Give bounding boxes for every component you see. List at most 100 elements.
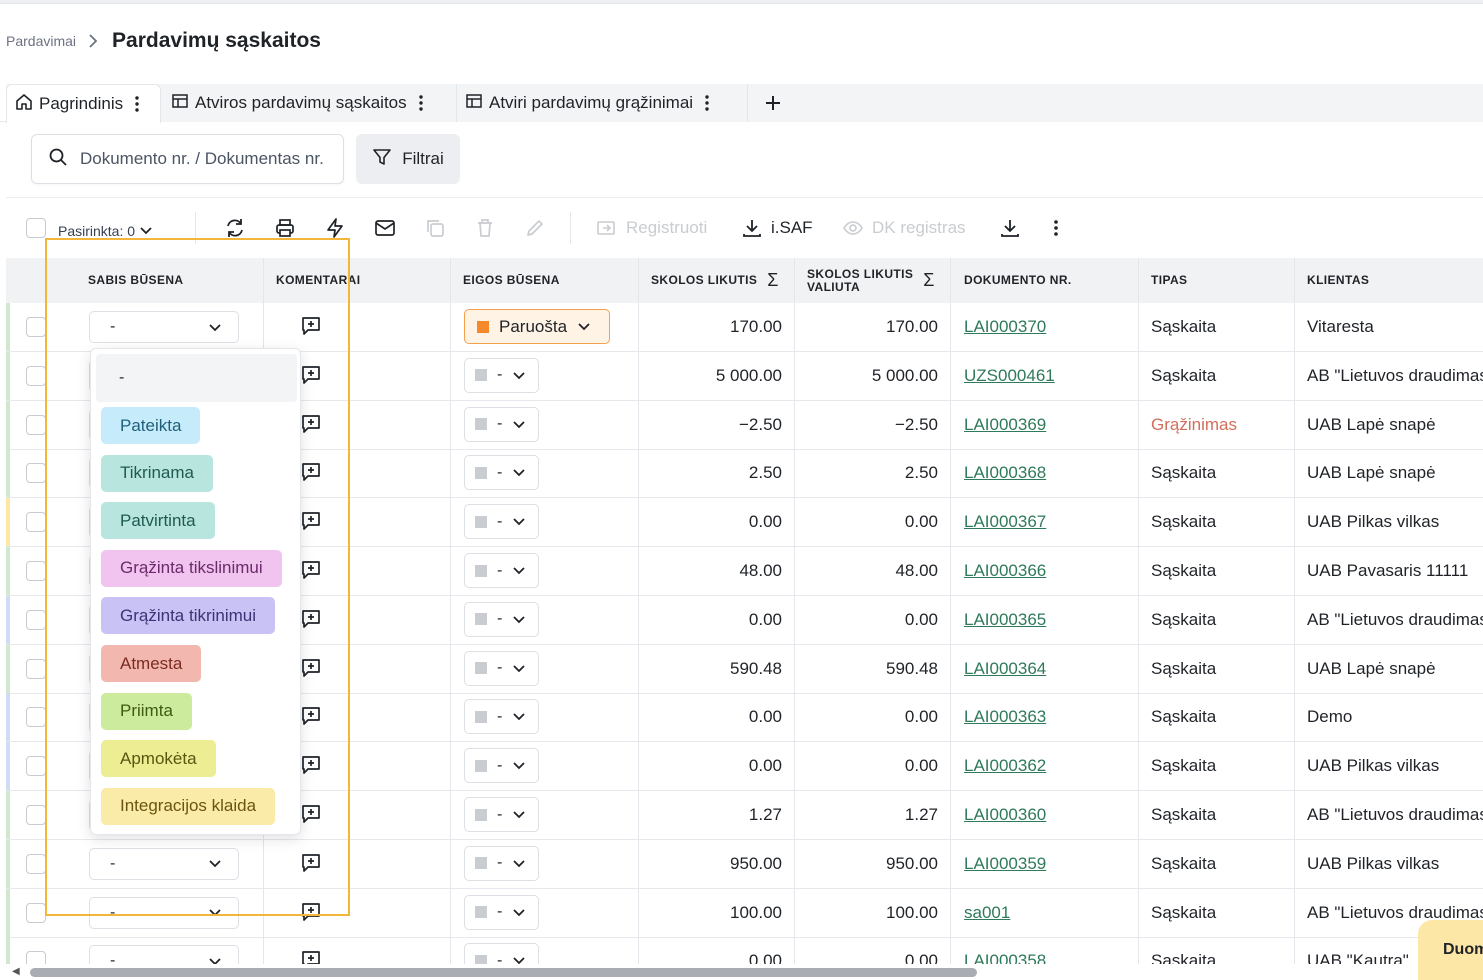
add-comment-icon[interactable] (300, 901, 322, 928)
column-header-client[interactable]: KLIENTAS (1307, 258, 1369, 303)
row-checkbox[interactable] (26, 805, 46, 825)
eigos-status-select[interactable]: - (464, 553, 540, 588)
refresh-button[interactable] (224, 208, 246, 248)
add-comment-icon[interactable] (300, 559, 322, 586)
document-number-link[interactable]: LAI000359 (964, 840, 1134, 888)
selected-count-dropdown[interactable]: Pasirinkta: 0 (58, 223, 153, 239)
document-number-link[interactable]: LAI000363 (964, 693, 1134, 741)
tab-atviros-saskaitos[interactable]: Atviros pardavimų sąskaitos (163, 84, 457, 122)
dropdown-option[interactable]: Tikrinama (101, 454, 213, 492)
add-comment-icon[interactable] (300, 413, 322, 440)
add-comment-icon[interactable] (300, 754, 322, 781)
scrollbar-thumb[interactable] (30, 968, 977, 977)
sabis-status-select[interactable]: - (89, 896, 239, 929)
add-comment-icon[interactable] (300, 657, 322, 684)
add-comment-icon[interactable] (300, 510, 322, 537)
dropdown-option-empty[interactable]: - (96, 354, 297, 402)
eigos-status-select[interactable]: - (464, 601, 540, 637)
document-number-link[interactable]: LAI000368 (964, 449, 1134, 497)
document-number-link[interactable]: LAI000365 (964, 596, 1134, 644)
eigos-status-select[interactable]: - (464, 748, 540, 784)
add-comment-icon[interactable] (300, 705, 322, 732)
document-number-link[interactable]: sa001 (964, 889, 1134, 937)
eigos-status-select[interactable]: - (464, 406, 540, 442)
eigos-status-select[interactable]: - (464, 455, 540, 491)
sigma-icon[interactable]: Σ (767, 271, 779, 289)
help-button[interactable]: Duomenys (1418, 920, 1483, 980)
eigos-status-select[interactable]: - (464, 894, 540, 930)
register-button[interactable]: Registruoti (596, 208, 707, 248)
column-header-doc[interactable]: DOKUMENTO NR. (964, 258, 1072, 303)
eigos-status-select[interactable]: - (464, 797, 540, 832)
row-checkbox[interactable] (26, 463, 46, 484)
table-row[interactable]: - Paruošta 170.00 170.00 LAI000370 Sąska… (6, 303, 1483, 352)
select-all-checkbox[interactable] (26, 218, 46, 238)
document-number-link[interactable]: LAI000367 (964, 498, 1134, 546)
dropdown-option[interactable]: Atmesta (101, 645, 202, 682)
copy-button[interactable] (424, 208, 446, 248)
sabis-status-select[interactable]: - (89, 847, 239, 880)
tab-atviri-grazinimai[interactable]: Atviri pardavimų grąžinimai (457, 84, 748, 122)
dropdown-option[interactable]: Integracijos klaida (101, 787, 276, 825)
eigos-status-select[interactable]: Paruošta (464, 309, 610, 344)
search-box[interactable] (31, 134, 344, 184)
select-all[interactable]: Pasirinkta: 0 (26, 208, 153, 248)
add-comment-icon[interactable] (300, 608, 322, 635)
tab-pagrindinis[interactable]: Pagrindinis (6, 84, 161, 123)
row-checkbox[interactable] (26, 414, 46, 435)
row-checkbox[interactable] (26, 512, 46, 533)
table-row[interactable]: - - 100.00 100.00 sa001 Sąskaita AB "Lie… (6, 888, 1483, 938)
export-button[interactable] (999, 208, 1021, 248)
column-header-debt[interactable]: SKOLOS LIKUTIS Σ (651, 258, 779, 303)
eigos-status-select[interactable]: - (464, 504, 540, 540)
add-tab-button[interactable] (750, 84, 796, 122)
add-comment-icon[interactable] (300, 852, 322, 879)
column-header-debt-currency[interactable]: SKOLOS LIKUTIS VALIUTA Σ (807, 258, 935, 303)
edit-button[interactable] (524, 208, 546, 248)
sigma-icon[interactable]: Σ (923, 271, 935, 289)
document-number-link[interactable]: UZS000461 (964, 352, 1134, 400)
column-header-comments[interactable]: KOMENTARAI (276, 258, 360, 303)
dropdown-option[interactable]: Pateikta (101, 407, 201, 444)
document-number-link[interactable]: LAI000364 (964, 645, 1134, 693)
dropdown-option[interactable]: Priimta (101, 692, 192, 730)
kebab-icon[interactable] (135, 96, 139, 112)
document-number-link[interactable]: LAI000369 (964, 401, 1134, 449)
row-checkbox[interactable] (26, 561, 46, 581)
search-input[interactable] (80, 149, 329, 169)
print-button[interactable] (274, 208, 296, 248)
row-checkbox[interactable] (26, 902, 46, 923)
row-checkbox[interactable] (26, 609, 46, 630)
add-comment-icon[interactable] (300, 461, 322, 488)
add-comment-icon[interactable] (300, 315, 322, 342)
dk-register-button[interactable]: DK registras (842, 208, 966, 248)
row-checkbox[interactable] (26, 658, 46, 679)
email-button[interactable] (374, 208, 396, 248)
kebab-icon[interactable] (705, 95, 709, 111)
kebab-icon[interactable] (418, 95, 423, 111)
row-checkbox[interactable] (26, 756, 46, 777)
eigos-status-select[interactable]: - (464, 650, 540, 686)
dropdown-option[interactable]: Grąžinta tikslinimui (101, 549, 282, 587)
table-row[interactable]: - - 950.00 950.00 LAI000359 Sąskaita UAB… (6, 839, 1483, 889)
quick-action-button[interactable] (324, 208, 346, 248)
eigos-status-select[interactable]: - (464, 845, 540, 881)
add-comment-icon[interactable] (300, 364, 322, 391)
document-number-link[interactable]: LAI000362 (964, 742, 1134, 790)
isaf-button[interactable]: i.SAF (741, 208, 813, 248)
row-checkbox[interactable] (26, 853, 46, 874)
more-options-button[interactable] (1054, 208, 1058, 248)
breadcrumb-parent[interactable]: Pardavimai (6, 33, 76, 49)
document-number-link[interactable]: LAI000370 (964, 303, 1134, 351)
row-checkbox[interactable] (26, 317, 46, 337)
column-header-sabis[interactable]: SABIS BŪSENA (88, 258, 183, 303)
dropdown-option[interactable]: Apmokėta (101, 740, 216, 778)
row-checkbox[interactable] (26, 365, 46, 386)
dropdown-option[interactable]: Grąžinta tikrinimui (101, 597, 276, 635)
column-header-eigos[interactable]: EIGOS BŪSENA (463, 258, 560, 303)
document-number-link[interactable]: LAI000366 (964, 547, 1134, 595)
eigos-status-select[interactable]: - (464, 357, 540, 393)
dropdown-option[interactable]: Patvirtinta (101, 502, 215, 540)
scroll-left-icon[interactable]: ◀ (12, 966, 20, 977)
add-comment-icon[interactable] (300, 803, 322, 830)
